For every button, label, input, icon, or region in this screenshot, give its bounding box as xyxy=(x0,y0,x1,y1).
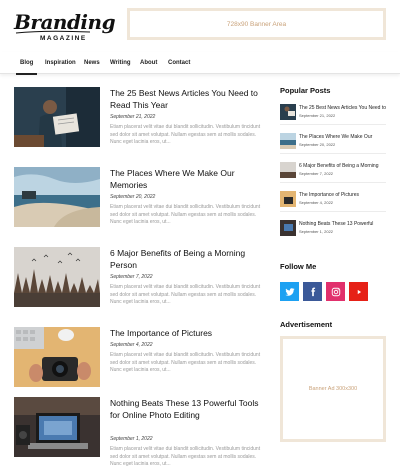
nav-item-about[interactable]: About xyxy=(140,52,157,74)
post-thumbnail[interactable] xyxy=(14,167,100,227)
popular-post-item[interactable]: Nothing Beats These 13 Powerful Septembe… xyxy=(280,220,386,236)
nav-item-blog[interactable]: Blog xyxy=(15,52,38,75)
twitter-button[interactable] xyxy=(280,282,299,301)
top-banner-label: 728x90 Banner Area xyxy=(226,20,287,28)
popular-post-thumbnail xyxy=(280,162,296,178)
nav-item-writing[interactable]: Writing xyxy=(110,52,131,74)
twitter-icon xyxy=(284,287,295,296)
post-item: The Places Where We Make Our Memories Se… xyxy=(14,167,264,227)
post-thumbnail[interactable] xyxy=(14,247,100,307)
divider xyxy=(280,153,386,154)
post-date: September 7, 2022 xyxy=(110,274,153,280)
post-thumbnail[interactable] xyxy=(14,87,100,147)
divider xyxy=(280,211,386,212)
post-title[interactable]: The Places Where We Make Our Memories xyxy=(110,167,264,191)
post-excerpt: Etiam placerat velit vitae dui blandit s… xyxy=(110,352,261,374)
divider xyxy=(280,182,386,183)
popular-post-thumbnail xyxy=(280,133,296,149)
post-item: Nothing Beats These 13 Powerful Tools fo… xyxy=(14,397,264,467)
popular-post-date: September 21, 2022 xyxy=(299,113,336,118)
popular-post-item[interactable]: The 25 Best News Articles You Need to Se… xyxy=(280,104,386,120)
popular-post-title[interactable]: The Importance of Pictures xyxy=(299,192,359,198)
sidebar-banner-ad[interactable]: Banner Ad 300x300 xyxy=(280,336,386,442)
popular-posts-heading: Popular Posts xyxy=(280,86,331,95)
post-thumbnail[interactable] xyxy=(14,327,100,387)
site-header: Branding MAGAZINE 728x90 Banner Area xyxy=(0,0,400,52)
post-excerpt: Etiam placerat velit vitae dui blandit s… xyxy=(110,124,261,146)
post-excerpt: Etiam placerat velit vitae dui blandit s… xyxy=(110,446,261,468)
advertisement-heading: Advertisement xyxy=(280,320,333,329)
divider xyxy=(280,124,386,125)
top-banner-ad[interactable]: 728x90 Banner Area xyxy=(127,8,386,40)
popular-post-title[interactable]: Nothing Beats These 13 Powerful xyxy=(299,221,373,227)
post-item: The 25 Best News Articles You Need to Re… xyxy=(14,87,264,147)
post-title[interactable]: 6 Major Benefits of Being a Morning Pers… xyxy=(110,247,264,271)
sidebar-banner-label: Banner Ad 300x300 xyxy=(308,386,358,392)
popular-post-item[interactable]: The Importance of Pictures September 4, … xyxy=(280,191,386,207)
nav-item-inspiration[interactable]: Inspiration xyxy=(45,52,76,74)
facebook-icon xyxy=(310,287,315,296)
logo-subtitle: MAGAZINE xyxy=(40,35,87,42)
site-logo[interactable]: Branding MAGAZINE xyxy=(14,12,116,44)
facebook-button[interactable] xyxy=(303,282,322,301)
popular-post-thumbnail xyxy=(280,104,296,120)
popular-post-thumbnail xyxy=(280,191,296,207)
post-title[interactable]: The 25 Best News Articles You Need to Re… xyxy=(110,87,264,111)
post-date: September 21, 2022 xyxy=(110,114,156,120)
popular-post-item[interactable]: The Places Where We Make Our September 2… xyxy=(280,133,386,149)
nav-item-news[interactable]: News xyxy=(84,52,100,74)
post-item: 6 Major Benefits of Being a Morning Pers… xyxy=(14,247,264,307)
post-thumbnail[interactable] xyxy=(14,397,100,457)
youtube-button[interactable] xyxy=(349,282,368,301)
youtube-icon xyxy=(357,289,361,294)
post-date: September 1, 2022 xyxy=(110,436,153,442)
popular-post-title[interactable]: The Places Where We Make Our xyxy=(299,134,372,140)
post-date: September 20, 2022 xyxy=(110,194,156,200)
popular-post-date: September 4, 2022 xyxy=(299,200,334,205)
main-nav: Blog Inspiration News Writing About Cont… xyxy=(0,52,400,75)
post-title[interactable]: Nothing Beats These 13 Powerful Tools fo… xyxy=(110,397,264,421)
popular-post-date: September 1, 2022 xyxy=(299,229,334,234)
popular-post-date: September 7, 2022 xyxy=(299,171,334,176)
post-excerpt: Etiam placerat velit vitae dui blandit s… xyxy=(110,284,261,306)
follow-me-heading: Follow Me xyxy=(280,262,317,271)
nav-item-contact[interactable]: Contact xyxy=(168,52,190,74)
post-item: The Importance of Pictures September 4, … xyxy=(14,327,264,387)
post-excerpt: Etiam placerat velit vitae dui blandit s… xyxy=(110,204,261,226)
popular-post-thumbnail xyxy=(280,220,296,236)
post-date: September 4, 2022 xyxy=(110,342,153,348)
popular-post-item[interactable]: 6 Major Benefits of Being a Morning Sept… xyxy=(280,162,386,178)
instagram-icon xyxy=(331,287,340,296)
popular-post-title[interactable]: 6 Major Benefits of Being a Morning xyxy=(299,163,379,169)
instagram-button[interactable] xyxy=(326,282,345,301)
popular-post-date: September 20, 2022 xyxy=(299,142,336,147)
post-title[interactable]: The Importance of Pictures xyxy=(110,327,264,339)
popular-post-title[interactable]: The 25 Best News Articles You Need to xyxy=(299,105,386,111)
